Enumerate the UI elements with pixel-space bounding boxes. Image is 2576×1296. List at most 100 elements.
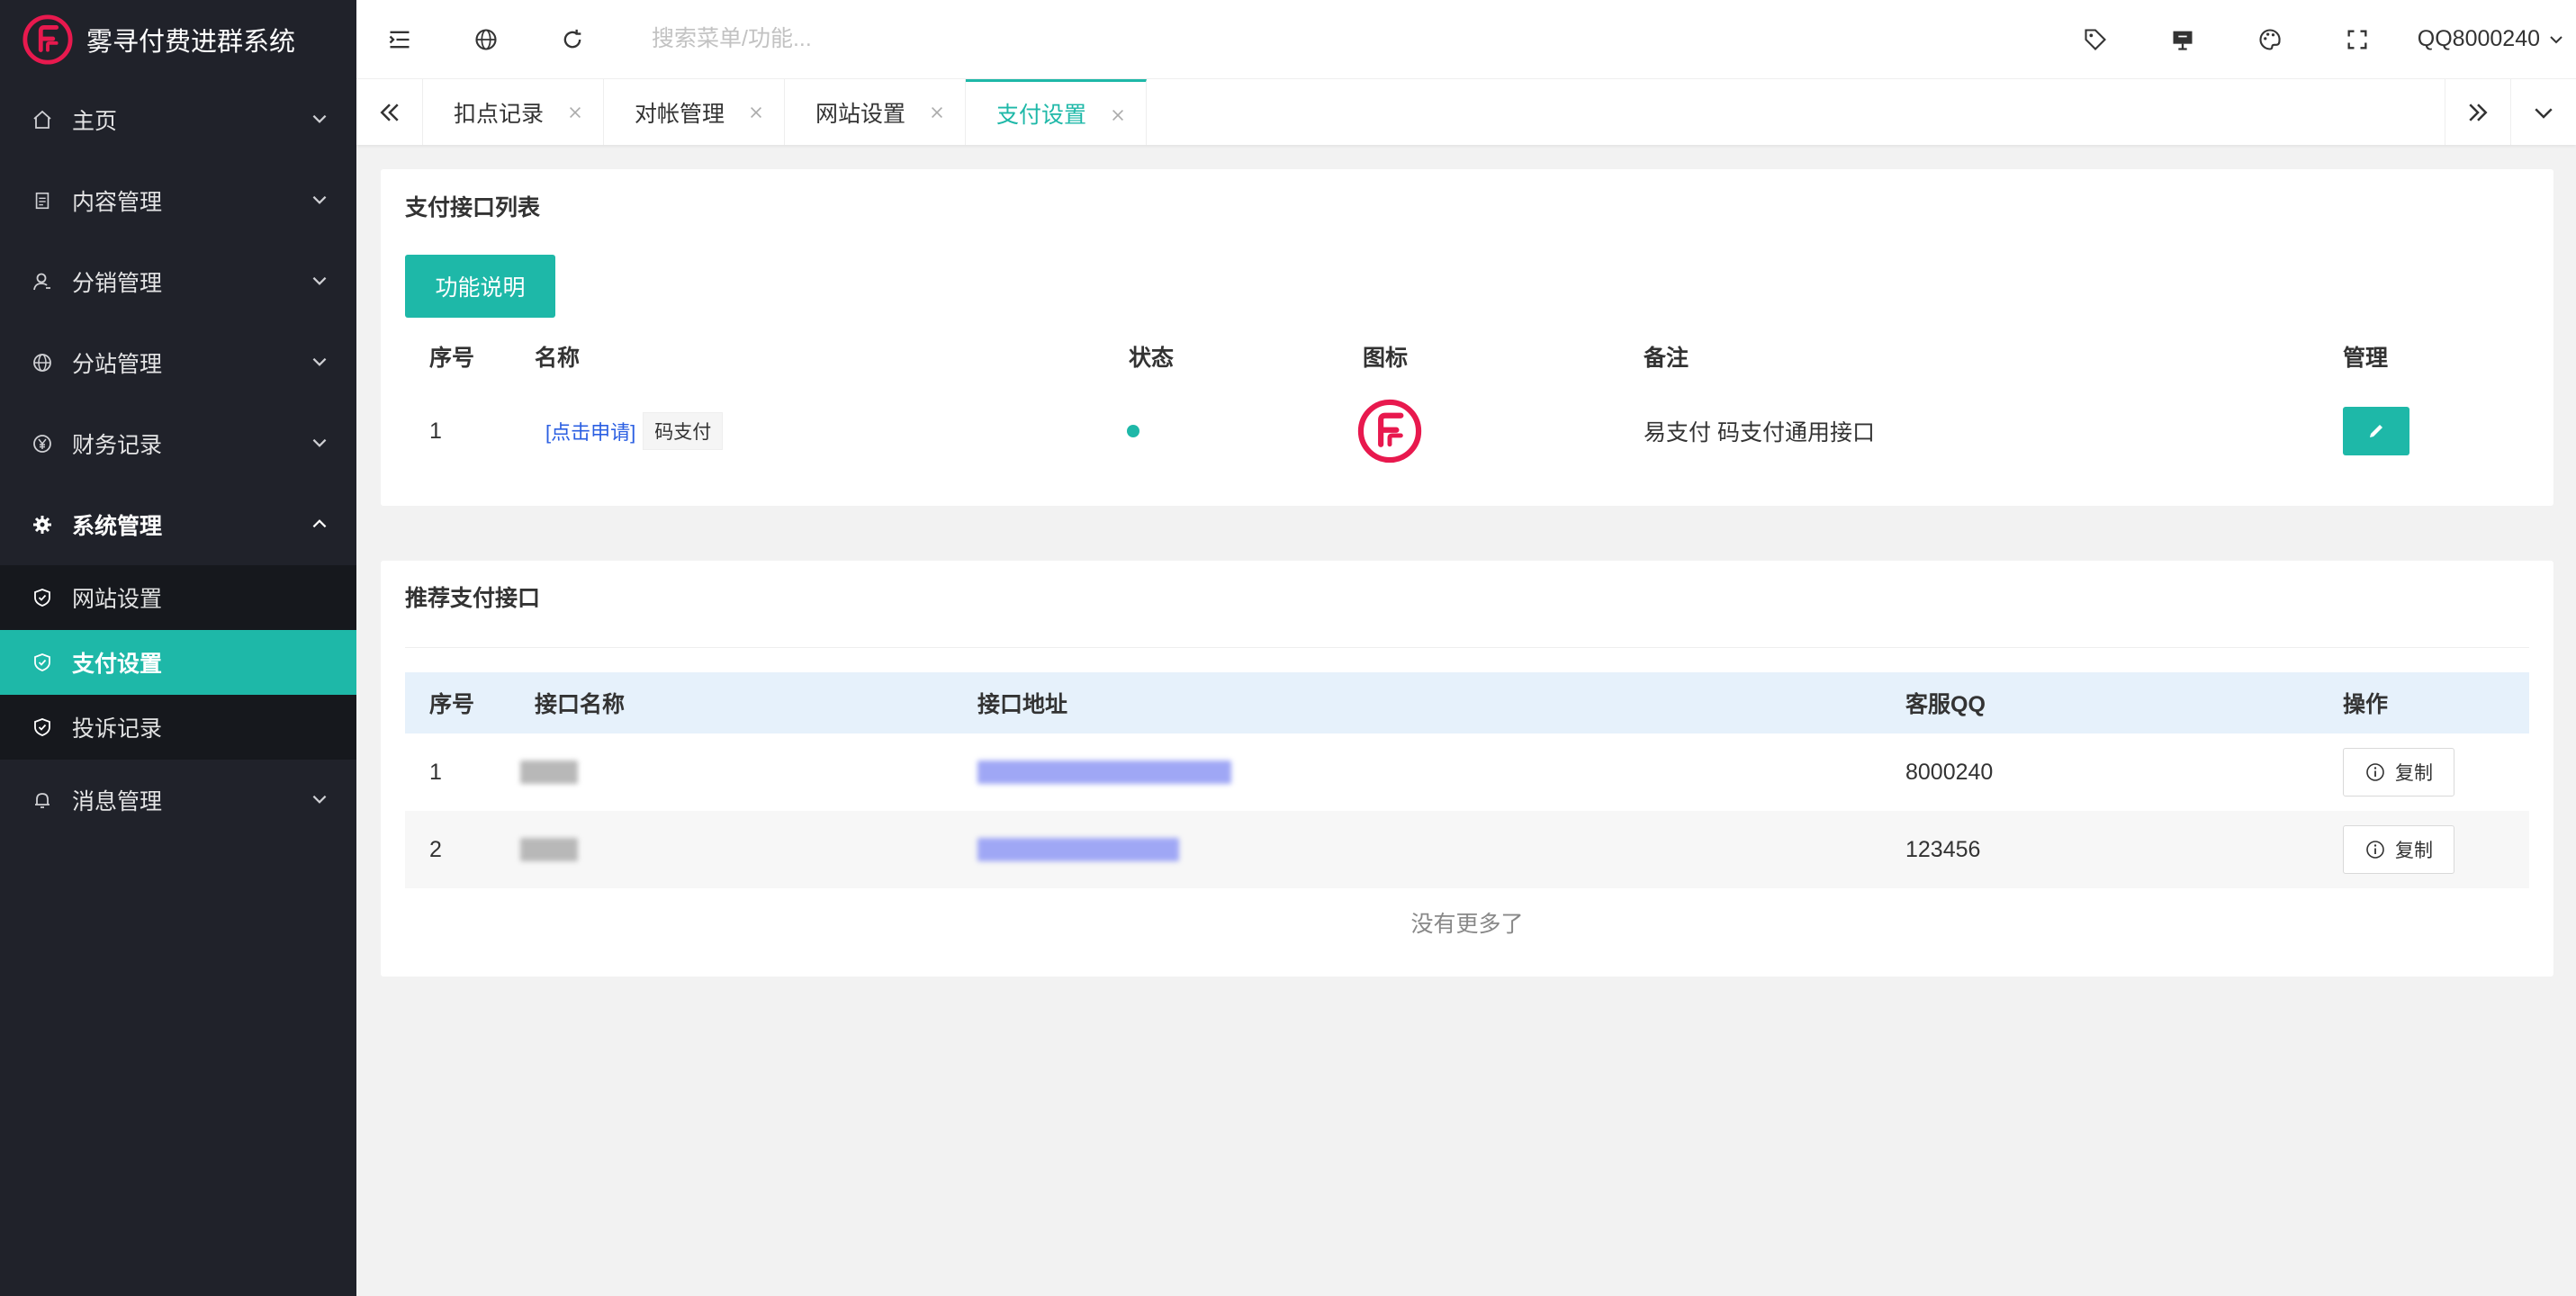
palette-icon	[2259, 28, 2281, 50]
tab-right-controls	[2445, 79, 2576, 145]
notice-board-icon	[2173, 31, 2193, 50]
brand-logo-icon	[23, 14, 73, 65]
status-dot	[1127, 425, 1139, 437]
menu-search-input[interactable]	[652, 16, 1156, 62]
table-row: 1 8000240 复制	[405, 734, 2529, 811]
row-index: 2	[429, 836, 442, 862]
redacted-text	[520, 838, 578, 861]
fullscreen-icon	[2347, 30, 2367, 49]
redacted-text	[520, 760, 578, 784]
sidebar-item-label: 内容管理	[72, 190, 163, 215]
gear-icon	[31, 513, 54, 536]
globe-icon	[475, 28, 497, 50]
brand[interactable]: 雾寻付费进群系统	[0, 0, 356, 79]
sidebar-item-complaints[interactable]: 投诉记录	[0, 695, 356, 760]
tab-label: 支付设置	[996, 103, 1087, 128]
tab-label: 对帐管理	[635, 101, 725, 127]
table-row: 1 [点击申请] 码支付 易支付 码支付通用接口	[405, 383, 2529, 479]
apply-link[interactable]: [点击申请]	[545, 417, 635, 446]
interface-url-cell[interactable]	[977, 811, 1179, 888]
close-icon[interactable]	[567, 104, 583, 121]
tab-options-button[interactable]	[2510, 79, 2576, 145]
sidebar-submenu-system: 网站设置 支付设置 投诉记录	[0, 565, 356, 760]
menu-fold-icon	[389, 31, 410, 48]
tab-scroll-right-button[interactable]	[2445, 79, 2510, 145]
chevron-down-icon	[312, 795, 327, 804]
column-header: 序号	[429, 692, 475, 717]
copy-button-label: 复制	[2395, 841, 2433, 861]
shield-check-icon	[31, 586, 54, 609]
menu-toggle-button[interactable]	[356, 0, 443, 79]
column-header: 接口地址	[977, 692, 1068, 717]
sidebar: 雾寻付费进群系统 主页 内容管理 分销管理 分站管理 财务记录 系统管理 网站设…	[0, 0, 356, 1296]
copy-button[interactable]: 复制	[2343, 825, 2454, 874]
refresh-button[interactable]	[529, 0, 616, 79]
sidebar-item-finance[interactable]: 财务记录	[0, 403, 356, 484]
chevron-down-icon	[312, 195, 327, 204]
sidebar-item-label: 主页	[72, 109, 118, 134]
tab-deduction-records[interactable]: 扣点记录	[423, 79, 604, 145]
action-cell: 复制	[2343, 734, 2454, 811]
qq-cell: 8000240	[1905, 759, 1994, 785]
sidebar-item-system[interactable]: 系统管理	[0, 484, 356, 565]
chevron-down-icon	[2550, 35, 2562, 43]
tab-reconciliation[interactable]: 对帐管理	[604, 79, 785, 145]
copy-button[interactable]: 复制	[2343, 748, 2454, 796]
close-icon[interactable]	[1110, 107, 1126, 123]
notice-button[interactable]	[2139, 0, 2227, 79]
status-cell	[1127, 383, 1139, 479]
column-header: 图标	[1363, 346, 1409, 371]
remark-cell: 易支付 码支付通用接口	[1644, 420, 1875, 446]
row-index: 1	[429, 759, 442, 785]
sidebar-item-label: 消息管理	[72, 789, 163, 814]
table-header: 序号 接口名称 接口地址 客服QQ 操作	[405, 672, 2529, 734]
user-icon	[31, 270, 54, 293]
action-cell: 复制	[2343, 811, 2454, 888]
column-header: 管理	[2343, 346, 2389, 371]
interface-url-cell[interactable]	[977, 734, 1231, 811]
tab-site-settings[interactable]: 网站设置	[785, 79, 966, 145]
sidebar-item-label: 财务记录	[72, 433, 163, 458]
card-title: 推荐支付接口	[405, 586, 541, 611]
sidebar-item-messages[interactable]: 消息管理	[0, 760, 356, 841]
feature-info-button[interactable]: 功能说明	[405, 255, 555, 318]
column-header: 备注	[1644, 346, 1689, 371]
edit-button[interactable]	[2343, 407, 2409, 455]
recommended-interface-card: 推荐支付接口 序号 接口名称 接口地址 客服QQ 操作 1 8000240 复制…	[381, 561, 2553, 976]
sidebar-item-payment-settings[interactable]: 支付设置	[0, 630, 356, 695]
close-icon[interactable]	[929, 104, 945, 121]
sidebar-item-substation[interactable]: 分站管理	[0, 322, 356, 403]
bell-icon	[31, 788, 54, 812]
copy-button-label: 复制	[2395, 763, 2433, 784]
sidebar-item-content[interactable]: 内容管理	[0, 160, 356, 241]
user-menu[interactable]: QQ8000240	[2401, 0, 2576, 79]
sidebar-item-home[interactable]: 主页	[0, 79, 356, 160]
double-chevron-left-icon	[379, 103, 399, 122]
sidebar-item-distribution[interactable]: 分销管理	[0, 241, 356, 322]
interface-name-cell	[520, 811, 578, 888]
tab-scroll-left-button[interactable]	[356, 79, 423, 145]
tag-icon	[2085, 28, 2107, 50]
info-icon	[2366, 841, 2384, 859]
sidebar-item-label: 投诉记录	[72, 716, 163, 742]
shield-check-icon	[31, 716, 54, 739]
website-button[interactable]	[443, 0, 529, 79]
sidebar-item-site-settings[interactable]: 网站设置	[0, 565, 356, 630]
manage-cell	[2343, 383, 2409, 479]
card-title: 支付接口列表	[405, 195, 541, 220]
close-icon[interactable]	[748, 104, 764, 121]
refresh-icon	[563, 29, 581, 48]
redacted-link	[977, 838, 1179, 861]
fullscreen-button[interactable]	[2314, 0, 2401, 79]
theme-button[interactable]	[2227, 0, 2314, 79]
qq-cell: 123456	[1905, 836, 1981, 862]
document-icon	[31, 189, 54, 212]
chevron-down-icon	[312, 114, 327, 123]
interface-name-cell	[520, 734, 578, 811]
tab-payment-settings[interactable]: 支付设置	[966, 79, 1147, 145]
tab-bar: 扣点记录 对帐管理 网站设置 支付设置	[356, 79, 2576, 145]
tag-button[interactable]	[2052, 0, 2139, 79]
app-title: 雾寻付费进群系统	[86, 28, 296, 57]
column-header: 状态	[1129, 346, 1175, 371]
top-header: QQ8000240	[356, 0, 2576, 79]
